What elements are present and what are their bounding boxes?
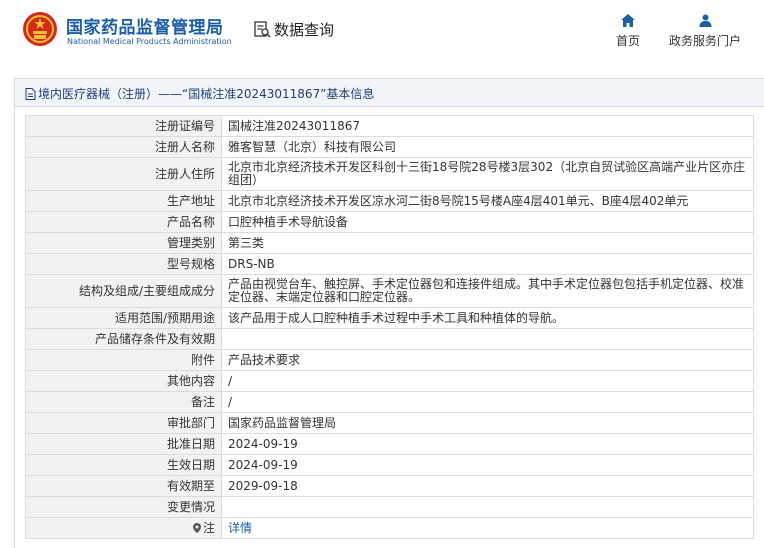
field-value: 产品由视觉台车、触控屏、手术定位器包和连接件组成。其中手术定位器包包括手机定位器… xyxy=(221,274,754,308)
field-value: 2029-09-18 xyxy=(221,475,754,497)
field-label: 管理类别 xyxy=(25,232,222,254)
table-row: 注册人住所 北京市北京经济技术开发区科创十三街18号院28号楼3层302（北京自… xyxy=(25,157,754,191)
field-value: 产品技术要求 xyxy=(221,349,754,371)
field-label: 附件 xyxy=(25,349,222,371)
table-row-note: 注 详情 xyxy=(25,517,754,539)
panel-title: 境内医疗器械（注册）——“国械注准20243011867”基本信息 xyxy=(15,79,764,107)
note-label-cell: 注 xyxy=(25,517,222,539)
field-label: 产品名称 xyxy=(25,211,222,233)
note-value-cell: 详情 xyxy=(221,517,754,539)
field-label: 注册证编号 xyxy=(25,115,222,137)
field-label: 注册人住所 xyxy=(25,157,222,191)
field-value xyxy=(221,328,754,350)
site-header: 国家药品监督管理局 National Medical Products Admi… xyxy=(0,0,764,62)
nav-gov-portal-label: 政务服务门户 xyxy=(668,34,741,48)
field-value: 2024-09-19 xyxy=(221,454,754,476)
table-row: 产品名称 口腔种植手术导航设备 xyxy=(25,211,754,233)
field-label: 产品储存条件及有效期 xyxy=(25,328,222,350)
field-value: / xyxy=(221,370,754,392)
field-value: 国械注准20243011867 xyxy=(221,115,754,137)
national-emblem-icon xyxy=(23,12,57,46)
registration-info-table: 注册证编号 国械注准20243011867 注册人名称 雅客智慧（北京）科技有限… xyxy=(25,115,754,539)
field-value: 第三类 xyxy=(221,232,754,254)
nav-gov-portal[interactable]: 政务服务门户 xyxy=(664,14,746,49)
field-label: 审批部门 xyxy=(25,412,222,434)
table-row: 生效日期 2024-09-19 xyxy=(25,454,754,476)
field-value: DRS-NB xyxy=(221,253,754,275)
table-row: 注册证编号 国械注准20243011867 xyxy=(25,115,754,137)
field-label: 其他内容 xyxy=(25,370,222,392)
field-value: 口腔种植手术导航设备 xyxy=(221,211,754,233)
field-label: 有效期至 xyxy=(25,475,222,497)
table-row: 其他内容 / xyxy=(25,370,754,392)
field-value: 2024-09-19 xyxy=(221,433,754,455)
panel-title-text: 境内医疗器械（注册）——“国械注准20243011867”基本信息 xyxy=(38,87,375,101)
field-value: 北京市北京经济技术开发区凉水河二街8号院15号楼A座4层401单元、B座4层40… xyxy=(221,190,754,212)
document-icon xyxy=(25,88,36,100)
brand-name-en: National Medical Products Administration xyxy=(67,37,232,46)
field-label: 结构及组成/主要组成成分 xyxy=(25,274,222,308)
field-label: 生效日期 xyxy=(25,454,222,476)
table-row: 变更情况 xyxy=(25,496,754,518)
field-value: / xyxy=(221,391,754,413)
table-row: 附件 产品技术要求 xyxy=(25,349,754,371)
field-value xyxy=(221,496,754,518)
table-row: 管理类别 第三类 xyxy=(25,232,754,254)
table-row: 型号规格 DRS-NB xyxy=(25,253,754,275)
table-row: 备注 / xyxy=(25,391,754,413)
field-value: 国家药品监督管理局 xyxy=(221,412,754,434)
data-query-label: 数据查询 xyxy=(274,21,335,39)
user-icon xyxy=(699,14,711,27)
table-row: 批准日期 2024-09-19 xyxy=(25,433,754,455)
field-value: 该产品用于成人口腔种植手术过程中手术工具和种植体的导航。 xyxy=(221,307,754,329)
table-row: 审批部门 国家药品监督管理局 xyxy=(25,412,754,434)
field-value: 北京市北京经济技术开发区科创十三街18号院28号楼3层302（北京自贸试验区高端… xyxy=(221,157,754,191)
table-row: 结构及组成/主要组成成分 产品由视觉台车、触控屏、手术定位器包和连接件组成。其中… xyxy=(25,274,754,308)
note-label: 注 xyxy=(202,520,215,535)
field-label: 型号规格 xyxy=(25,253,222,275)
data-query-title[interactable]: 数据查询 xyxy=(254,19,334,40)
field-label: 生产地址 xyxy=(25,190,222,212)
table-row: 有效期至 2029-09-18 xyxy=(25,475,754,497)
details-link[interactable]: 详情 xyxy=(228,521,252,535)
table-row: 生产地址 北京市北京经济技术开发区凉水河二街8号院15号楼A座4层401单元、B… xyxy=(25,190,754,212)
table-row: 注册人名称 雅客智慧（北京）科技有限公司 xyxy=(25,136,754,158)
field-value: 雅客智慧（北京）科技有限公司 xyxy=(221,136,754,158)
nav-home-label: 首页 xyxy=(615,34,640,48)
field-label: 批准日期 xyxy=(25,433,222,455)
table-row: 产品储存条件及有效期 xyxy=(25,328,754,350)
home-icon xyxy=(621,14,635,27)
registration-detail-panel: 境内医疗器械（注册）——“国械注准20243011867”基本信息 注册证编号 … xyxy=(14,78,764,548)
nav-home[interactable]: 首页 xyxy=(611,14,645,49)
brand-name-cn: 国家药品监督管理局 xyxy=(66,18,224,38)
location-pin-icon xyxy=(192,522,201,533)
table-row: 适用范围/预期用途 该产品用于成人口腔种植手术过程中手术工具和种植体的导航。 xyxy=(25,307,754,329)
field-label: 适用范围/预期用途 xyxy=(25,307,222,329)
field-label: 备注 xyxy=(25,391,222,413)
field-label: 变更情况 xyxy=(25,496,222,518)
field-label: 注册人名称 xyxy=(25,136,222,158)
data-query-icon xyxy=(254,21,271,38)
